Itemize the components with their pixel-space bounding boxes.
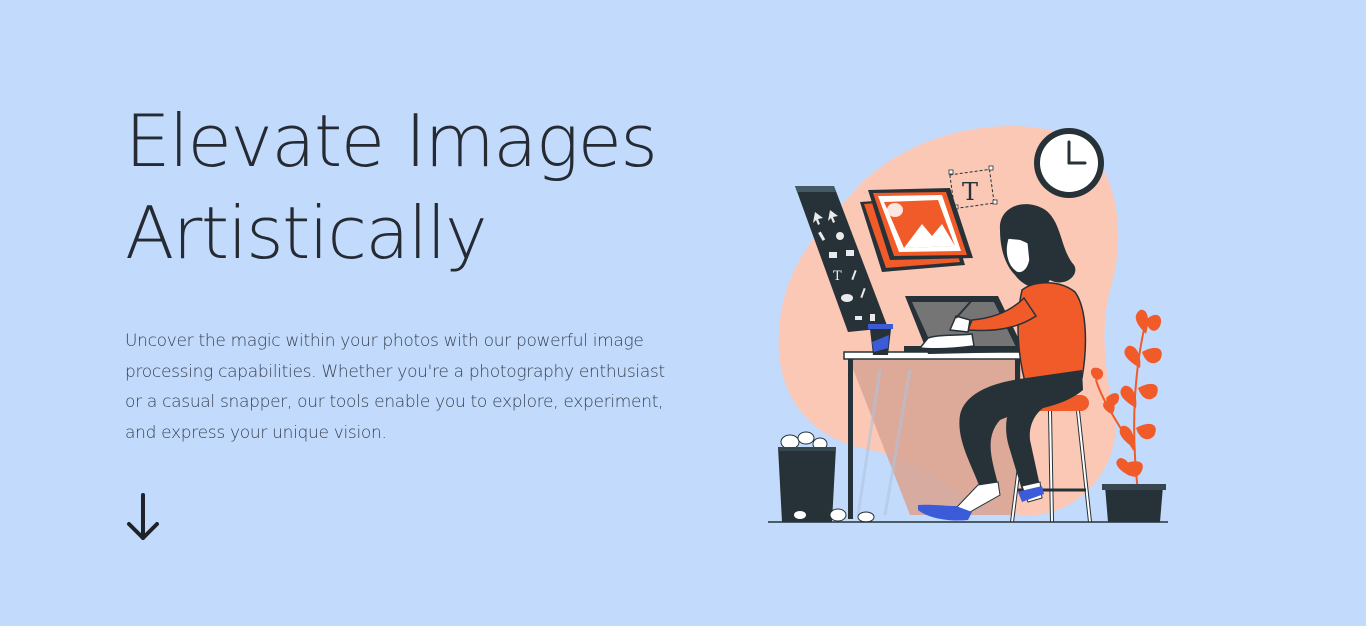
scroll-down-button[interactable] — [125, 492, 161, 544]
hero-illustration: T T — [768, 126, 1168, 523]
hero-description: Uncover the magic within your photos wit… — [125, 331, 665, 443]
svg-text:T: T — [833, 269, 842, 284]
hero-title-line-2: Artistically — [125, 191, 488, 275]
arrow-down-icon — [127, 493, 159, 540]
hero-title: Elevate Images Artistically — [125, 95, 658, 279]
text-tool-glyph: T — [962, 178, 978, 206]
wall-clock-icon — [1034, 128, 1104, 198]
hero-title-line-1: Elevate Images — [125, 99, 658, 183]
